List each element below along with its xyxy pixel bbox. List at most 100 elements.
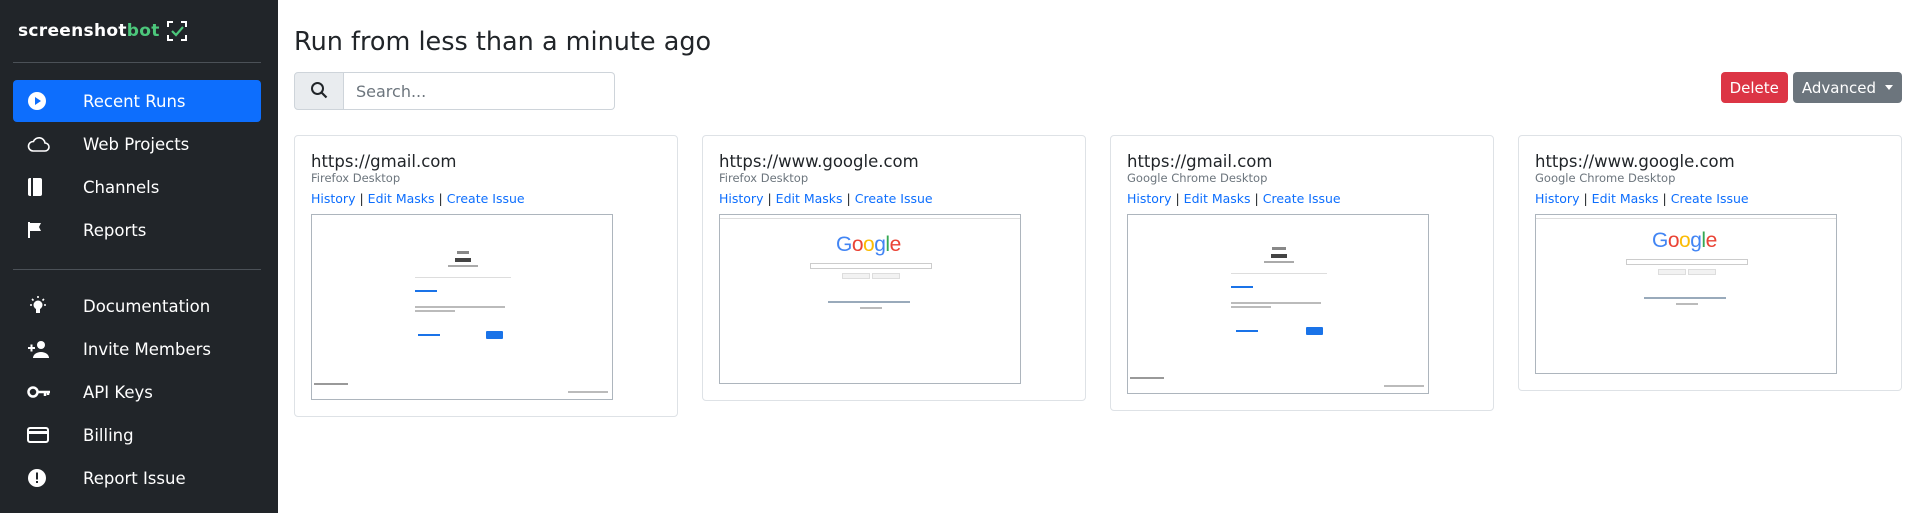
card-browser: Google Chrome Desktop bbox=[1127, 171, 1268, 185]
page-title: Run from less than a minute ago bbox=[294, 27, 712, 57]
card-links: History | Edit Masks | Create Issue bbox=[1535, 191, 1885, 207]
screenshot-logo-icon bbox=[166, 20, 188, 42]
edit-masks-link[interactable]: Edit Masks bbox=[1184, 191, 1251, 206]
link-separator: | bbox=[846, 191, 851, 206]
link-separator: | bbox=[438, 191, 443, 206]
sidebar-item-label: Recent Runs bbox=[83, 91, 186, 111]
create-issue-link[interactable]: Create Issue bbox=[447, 191, 525, 206]
sidebar-item-label: Documentation bbox=[83, 296, 211, 316]
sidebar-item-label: Billing bbox=[83, 425, 134, 445]
link-separator: | bbox=[1662, 191, 1667, 206]
thumb-create-account bbox=[1236, 330, 1258, 332]
thumb-next-button bbox=[486, 331, 503, 339]
sidebar-item-reports[interactable]: Reports bbox=[13, 209, 261, 251]
app: screenshot bot Recent Runs Web Projects C… bbox=[0, 0, 1909, 513]
sidebar-item-invite-members[interactable]: Invite Members bbox=[13, 328, 261, 370]
advanced-dropdown-button[interactable]: Advanced bbox=[1792, 72, 1902, 103]
sidebar-item-recent-runs[interactable]: Recent Runs bbox=[13, 80, 261, 122]
thumb-top-bar bbox=[1536, 215, 1836, 219]
sidebar-item-label: API Keys bbox=[83, 382, 153, 402]
sidebar-item-api-keys[interactable]: API Keys bbox=[13, 371, 261, 413]
thumb-languages bbox=[1644, 297, 1726, 299]
sidebar-item-label: Channels bbox=[83, 177, 160, 197]
sidebar-item-billing[interactable]: Billing bbox=[13, 414, 261, 456]
thumb-search-buttons bbox=[1658, 269, 1716, 275]
sidebar: screenshot bot Recent Runs Web Projects C… bbox=[0, 0, 278, 513]
thumb-search-bar bbox=[810, 263, 932, 269]
exclamation-circle-icon bbox=[27, 468, 55, 488]
caret-down-icon bbox=[1885, 85, 1893, 90]
credit-card-icon bbox=[27, 427, 55, 443]
flag-icon bbox=[27, 221, 55, 239]
link-separator: | bbox=[1583, 191, 1588, 206]
action-buttons: Delete Advanced bbox=[1720, 72, 1902, 103]
link-separator: | bbox=[1254, 191, 1259, 206]
edit-masks-link[interactable]: Edit Masks bbox=[1592, 191, 1659, 206]
edit-masks-link[interactable]: Edit Masks bbox=[368, 191, 435, 206]
card-url: https://gmail.com bbox=[311, 152, 457, 171]
sidebar-item-report-issue[interactable]: Report Issue bbox=[13, 457, 261, 499]
thumb-google-logo: Google bbox=[1652, 229, 1717, 252]
thumb-search-bar bbox=[1626, 259, 1748, 265]
card-url: https://www.google.com bbox=[719, 152, 919, 171]
search-input[interactable] bbox=[344, 72, 615, 110]
screenshot-thumbnail[interactable]: Google bbox=[719, 214, 1021, 384]
card-browser: Google Chrome Desktop bbox=[1535, 171, 1676, 185]
run-card: https://gmail.com Google Chrome Desktop … bbox=[1110, 135, 1494, 411]
sidebar-item-documentation[interactable]: Documentation bbox=[13, 285, 261, 327]
link-separator: | bbox=[1175, 191, 1180, 206]
thumb-country bbox=[1676, 303, 1698, 305]
sidebar-item-web-projects[interactable]: Web Projects bbox=[13, 123, 261, 165]
advanced-label: Advanced bbox=[1801, 78, 1876, 97]
search-icon bbox=[310, 81, 328, 102]
sidebar-item-label: Reports bbox=[83, 220, 147, 240]
key-icon bbox=[27, 385, 55, 399]
screenshot-thumbnail[interactable] bbox=[1127, 214, 1429, 394]
brand-name-part2: bot bbox=[126, 21, 160, 41]
thumb-create-account bbox=[418, 334, 440, 336]
create-issue-link[interactable]: Create Issue bbox=[1671, 191, 1749, 206]
run-cards: https://gmail.com Firefox Desktop Histor… bbox=[294, 135, 1902, 417]
history-link[interactable]: History bbox=[311, 191, 355, 206]
edit-masks-link[interactable]: Edit Masks bbox=[776, 191, 843, 206]
delete-button[interactable]: Delete bbox=[1720, 72, 1788, 103]
link-separator: | bbox=[359, 191, 364, 206]
run-card: https://www.google.com Firefox Desktop H… bbox=[702, 135, 1086, 401]
thumb-country bbox=[860, 307, 882, 309]
person-add-icon bbox=[27, 339, 55, 359]
screenshot-thumbnail[interactable] bbox=[311, 214, 613, 400]
search-group bbox=[294, 72, 615, 110]
sidebar-item-label: Web Projects bbox=[83, 134, 190, 154]
sidebar-primary-nav: Recent Runs Web Projects Channels Report… bbox=[13, 63, 261, 251]
brand-name-part1: screenshot bbox=[18, 21, 127, 41]
sidebar-item-channels[interactable]: Channels bbox=[13, 166, 261, 208]
card-links: History | Edit Masks | Create Issue bbox=[1127, 191, 1477, 207]
history-link[interactable]: History bbox=[1535, 191, 1579, 206]
thumb-next-button bbox=[1306, 327, 1323, 335]
card-url: https://www.google.com bbox=[1535, 152, 1735, 171]
sidebar-divider bbox=[13, 269, 261, 270]
play-circle-icon bbox=[27, 91, 55, 111]
search-button[interactable] bbox=[294, 72, 344, 110]
thumb-footer-lang bbox=[1130, 377, 1164, 379]
thumb-search-buttons bbox=[842, 273, 900, 279]
run-card: https://www.google.com Google Chrome Des… bbox=[1518, 135, 1902, 391]
history-link[interactable]: History bbox=[719, 191, 763, 206]
screenshot-thumbnail[interactable]: Google bbox=[1535, 214, 1837, 374]
sidebar-item-label: Report Issue bbox=[83, 468, 186, 488]
thumb-signin-box bbox=[415, 251, 511, 312]
link-separator: | bbox=[767, 191, 772, 206]
book-icon bbox=[27, 177, 55, 197]
thumb-footer-lang bbox=[314, 383, 348, 385]
create-issue-link[interactable]: Create Issue bbox=[855, 191, 933, 206]
card-browser: Firefox Desktop bbox=[719, 171, 809, 185]
history-link[interactable]: History bbox=[1127, 191, 1171, 206]
thumb-footer-links bbox=[1384, 385, 1424, 387]
create-issue-link[interactable]: Create Issue bbox=[1263, 191, 1341, 206]
thumb-google-logo: Google bbox=[836, 233, 901, 256]
thumb-footer-links bbox=[568, 391, 608, 393]
sidebar-item-label: Invite Members bbox=[83, 339, 212, 359]
thumb-signin-box bbox=[1231, 247, 1327, 308]
lightbulb-icon bbox=[27, 295, 55, 317]
brand-logo[interactable]: screenshot bot bbox=[13, 0, 261, 63]
